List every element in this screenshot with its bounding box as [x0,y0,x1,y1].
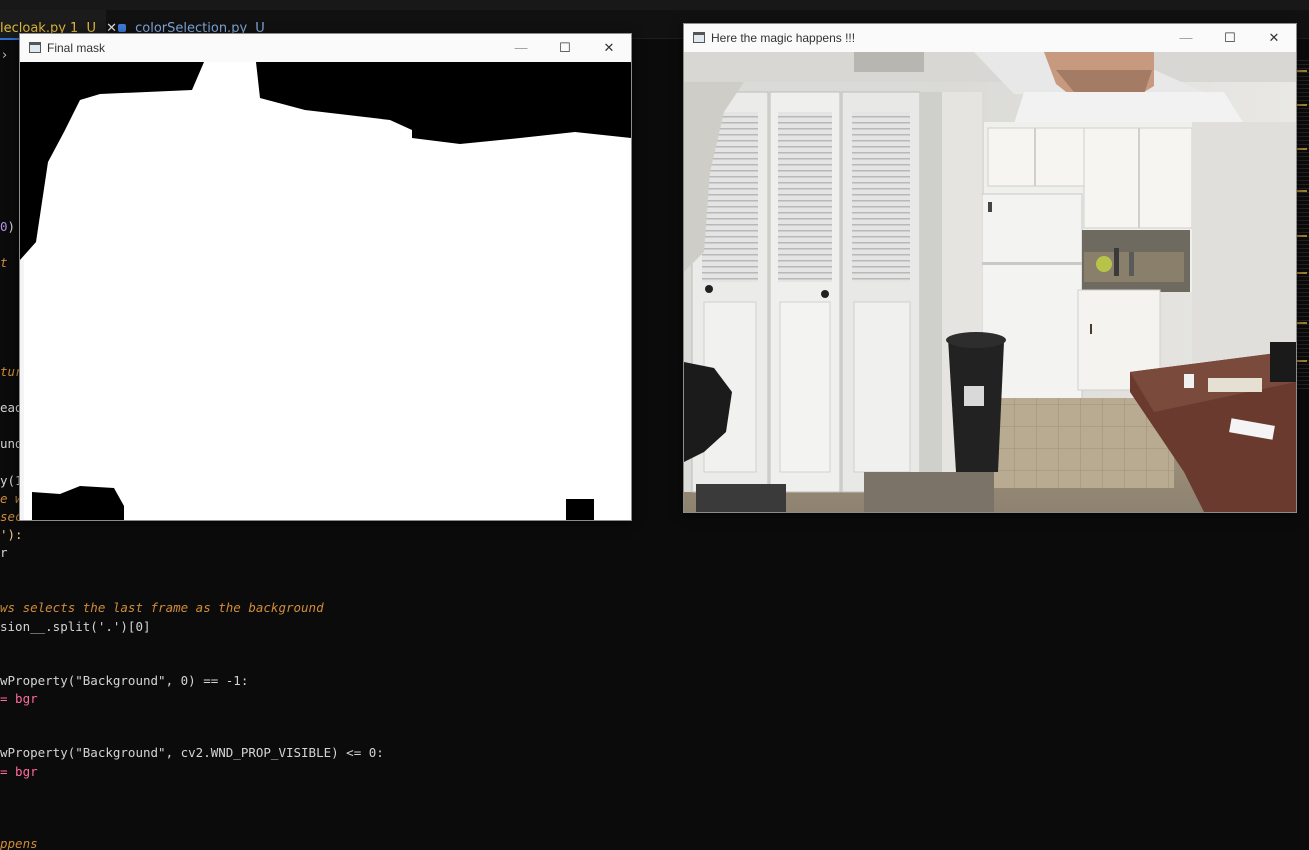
code-line: ppens [0,836,38,850]
code-line: t [0,255,8,270]
code-line: = bgr [0,764,38,779]
code-line-text: '): [0,527,23,542]
maximize-icon[interactable]: ☐ [543,34,587,62]
code-line-text: wProperty("Background", 0) == -1: [0,673,249,688]
desktop: lecloak.py 1 U ✕ colorSelection.py U › 0… [0,0,1309,850]
code-line: ws selects the last frame as the backgro… [0,600,324,615]
window-title: Here the magic happens !!! [711,31,856,45]
code-line: '): [0,527,23,542]
maximize-icon[interactable]: ☐ [1208,24,1252,52]
code-line: = bgr [0,691,38,706]
close-icon[interactable]: ✕ [587,34,631,62]
webcam-window[interactable]: Here the magic happens !!! — ☐ ✕ [683,23,1297,513]
code-line: sion__.split('.')[0] [0,619,151,634]
code-line-text: r [0,545,8,560]
code-line-text: ws selects the last frame as the backgro… [0,600,324,615]
code-line: r [0,545,8,560]
code-line-text: = bgr [0,764,38,779]
code-line-text: = bgr [0,691,38,706]
code-line: 0) [0,219,16,234]
minimize-icon[interactable]: — [499,34,543,62]
code-line: wProperty("Background", cv2.WND_PROP_VIS… [0,745,384,760]
code-line-text: wProperty("Background", cv2.WND_PROP_VIS… [0,745,384,760]
code-line-text: t [0,255,8,270]
window-title: Final mask [47,41,106,55]
final-mask-window[interactable]: Final mask — ☐ ✕ [19,33,632,521]
close-icon[interactable]: ✕ [1252,24,1296,52]
minimize-icon[interactable]: — [1164,24,1208,52]
window-app-icon [29,42,41,53]
camera-feed-image [684,52,1296,512]
code-line-text: sion__.split('.')[0] [0,619,151,634]
window-titlebar[interactable]: Here the magic happens !!! — ☐ ✕ [684,24,1296,52]
code-line: wProperty("Background", 0) == -1: [0,673,248,688]
code-line-text: ppens [0,836,38,850]
window-app-icon [693,32,705,43]
mask-image [20,62,631,520]
window-titlebar[interactable]: Final mask — ☐ ✕ [20,34,631,62]
editor-minimap[interactable] [1295,60,1309,390]
